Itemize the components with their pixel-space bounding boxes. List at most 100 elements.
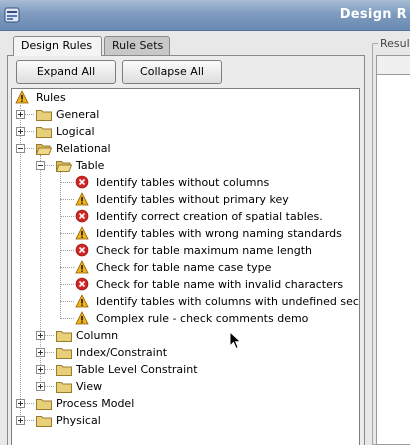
results-label: Result [378,37,410,50]
tree-node-relational[interactable]: Relational [12,140,359,157]
rule-item[interactable]: Identify tables with wrong naming standa… [12,225,359,242]
expand-icon[interactable] [36,331,45,340]
tree-connector [60,233,74,234]
error-icon [75,277,89,291]
results-table[interactable] [376,55,410,445]
warning-icon [75,226,89,240]
collapse-icon[interactable] [36,161,45,170]
folder-icon [36,110,52,121]
tree-connector [25,420,34,421]
tree-node-general[interactable]: General [12,106,359,123]
tree-connector [45,369,54,370]
expand-icon[interactable] [36,382,45,391]
rule-item[interactable]: Identify tables without primary key [12,191,359,208]
rule-item[interactable]: Check for table maximum name length [12,242,359,259]
tree-connector [60,216,74,217]
tree-connector [60,182,74,183]
folder-icon [56,331,72,342]
expand-icon[interactable] [16,127,25,136]
folder-icon [36,399,52,410]
collapse-all-label: Collapse All [140,65,204,78]
folder-icon [56,382,72,393]
tree-connector [25,114,34,115]
tree-connector [60,199,74,200]
warning-icon [75,260,89,274]
rule-label: Identify tables without columns [96,176,270,189]
warning-icon [75,192,89,206]
expand-icon[interactable] [16,110,25,119]
rule-item[interactable]: Identify correct creation of spatial tab… [12,208,359,225]
tree-label: Index/Constraint [76,346,168,359]
tree-node-logical[interactable]: Logical [12,123,359,140]
tree-label: General [56,108,100,121]
tree-node-column[interactable]: Column [12,327,359,344]
error-icon [75,209,89,223]
tree-node-physical[interactable]: Physical [12,412,359,429]
tree-connector [25,148,34,149]
warning-icon [75,311,89,325]
tree-connector [60,318,74,319]
rule-item[interactable]: Identify tables with columns with undefi… [12,293,359,310]
rule-label: Identify tables with columns with undefi… [96,295,360,308]
expand-icon[interactable] [36,348,45,357]
warning-icon [75,294,89,308]
tree-node-table-level-constraint[interactable]: Table Level Constraint [12,361,359,378]
tree-node-index-constraint[interactable]: Index/Constraint [12,344,359,361]
tree-node-rules[interactable]: Rules [12,89,359,106]
rules-tree[interactable]: Rules General Logical Relational Table I… [11,88,360,445]
tree-label: Relational [56,142,111,155]
rule-item[interactable]: Check for table name with invalid charac… [12,276,359,293]
tree-node-view[interactable]: View [12,378,359,395]
tree-node-table[interactable]: Table [12,157,359,174]
folder-icon [56,365,72,376]
app-icon [4,7,20,23]
tree-label: View [76,380,103,393]
folder-icon [36,127,52,138]
rule-label: Check for table name with invalid charac… [96,278,344,291]
tree-node-process-model[interactable]: Process Model [12,395,359,412]
folder-icon [36,416,52,427]
tree-label: Physical [56,414,101,427]
rule-label: Identify tables with wrong naming standa… [96,227,342,240]
rule-label: Identify correct creation of spatial tab… [96,210,323,223]
tree-connector [45,352,54,353]
error-icon [75,175,89,189]
tree-label: Logical [56,125,95,138]
results-table-header [377,56,410,75]
tab-rule-sets[interactable]: Rule Sets [104,36,170,55]
tree-label: Table [76,159,105,172]
expand-all-button[interactable]: Expand All [16,60,116,84]
rule-item[interactable]: Complex rule - check comments demo [12,310,359,327]
tab-design-rules[interactable]: Design Rules [13,36,102,56]
collapse-icon[interactable] [16,144,25,153]
tree-label: Column [76,329,119,342]
tree-label: Table Level Constraint [76,363,198,376]
tree-label: Process Model [56,397,135,410]
tree-connector [60,284,74,285]
open-folder-icon [56,161,72,172]
tree-connector [60,250,74,251]
expand-all-label: Expand All [36,65,96,78]
rule-label: Identify tables without primary key [96,193,289,206]
rule-item[interactable]: Identify tables without columns [12,174,359,191]
tree-connector [45,335,54,336]
rule-item[interactable]: Check for table name case type [12,259,359,276]
mouse-cursor-icon [229,331,242,350]
expand-icon[interactable] [16,416,25,425]
expand-icon[interactable] [16,399,25,408]
folder-icon [56,348,72,359]
collapse-all-button[interactable]: Collapse All [122,60,222,84]
tree-connector [60,301,74,302]
rule-label: Complex rule - check comments demo [96,312,309,325]
warning-icon [15,90,29,104]
tree-connector [45,386,54,387]
rule-label: Check for table name case type [96,261,272,274]
window-title: Design R [339,7,407,22]
tree-connector [45,165,54,166]
tree-connector [25,131,34,132]
expand-icon[interactable] [36,365,45,374]
tree-connector [60,267,74,268]
open-folder-icon [36,144,52,155]
tree-connector [25,403,34,404]
title-bar: Design R [0,0,410,31]
